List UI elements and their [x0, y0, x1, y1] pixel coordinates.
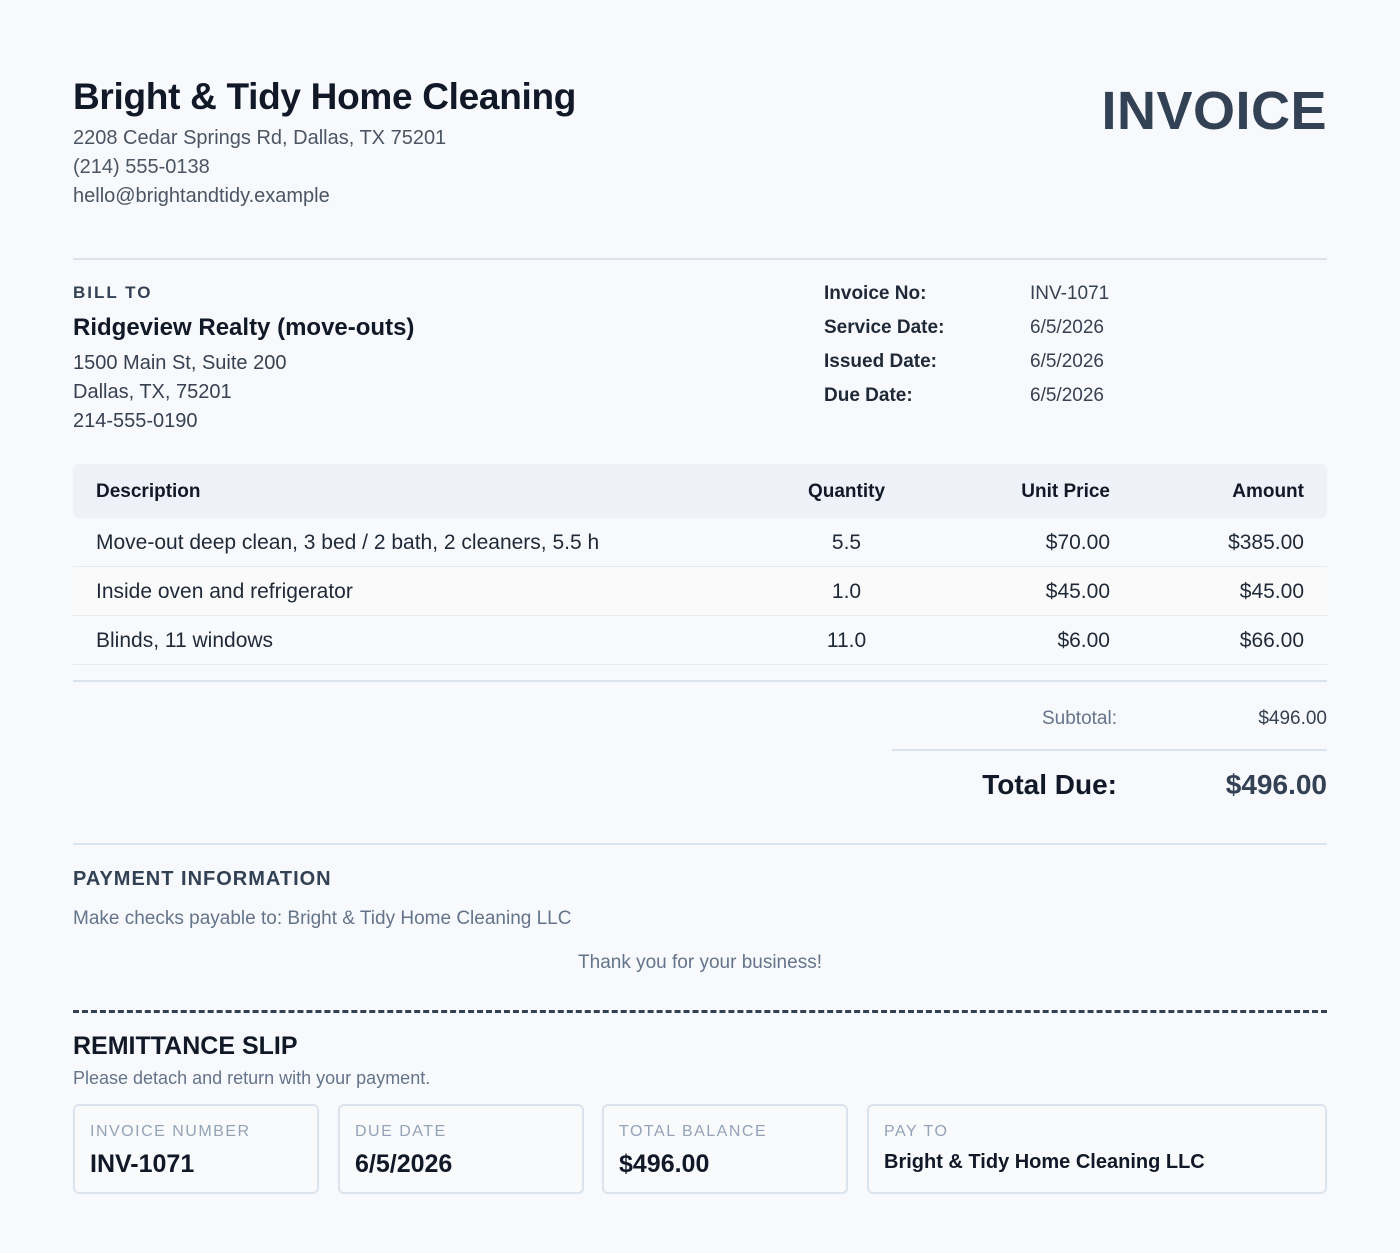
cell-quantity: 5.5 — [831, 531, 862, 554]
payment-instructions: Make checks payable to: Bright & Tidy Ho… — [73, 908, 572, 929]
meta-row-service-date: Service Date: 6/5/2026 — [824, 317, 1244, 347]
cell-quantity: 11.0 — [826, 629, 867, 652]
box-value: $496.00 — [619, 1150, 710, 1178]
header-divider — [73, 258, 1327, 260]
meta-value: 6/5/2026 — [1030, 317, 1104, 338]
cell-unit-price: $6.00 — [1057, 629, 1110, 652]
company-email: hello@brightandtidy.example — [73, 185, 330, 207]
cell-unit-price: $70.00 — [1045, 531, 1110, 554]
document-title: INVOICE — [1101, 81, 1327, 141]
bill-to-address-line1: 1500 Main St, Suite 200 — [73, 352, 287, 374]
meta-label: Issued Date: — [824, 351, 937, 372]
meta-row-due-date: Due Date: 6/5/2026 — [824, 385, 1244, 415]
cell-description: Move-out deep clean, 3 bed / 2 bath, 2 c… — [96, 531, 600, 554]
box-label: TOTAL BALANCE — [619, 1123, 768, 1140]
header-description: Description — [96, 481, 201, 502]
meta-label: Due Date: — [824, 385, 913, 406]
cell-unit-price: $45.00 — [1045, 580, 1110, 603]
cell-description: Blinds, 11 windows — [96, 629, 274, 652]
box-label: DUE DATE — [355, 1123, 447, 1140]
subtotal-label: Subtotal: — [1042, 708, 1117, 729]
meta-label: Service Date: — [824, 317, 945, 338]
header-amount: Amount — [1232, 481, 1304, 502]
cell-amount: $66.00 — [1239, 629, 1304, 652]
subtotal-value: $496.00 — [1258, 708, 1327, 729]
remittance-box-invoice-number: INVOICE NUMBER INV-1071 — [73, 1104, 319, 1194]
table-row: Blinds, 11 windows 11.0 $6.00 $66.00 — [73, 616, 1327, 665]
cell-amount: $45.00 — [1239, 580, 1304, 603]
payment-title: PAYMENT INFORMATION — [73, 868, 332, 890]
cell-description: Inside oven and refrigerator — [96, 580, 353, 603]
remittance-subtitle: Please detach and return with your payme… — [73, 1068, 431, 1088]
detach-line — [73, 1010, 1327, 1013]
company-phone: (214) 555-0138 — [73, 156, 210, 178]
table-divider — [73, 680, 1327, 682]
bill-to-label: BILL TO — [73, 283, 153, 302]
meta-row-invoice-no: Invoice No: INV-1071 — [824, 283, 1244, 313]
totals-divider — [892, 749, 1327, 751]
company-name: Bright & Tidy Home Cleaning — [73, 76, 577, 117]
header-unit-price: Unit Price — [1021, 481, 1110, 502]
table-row: Move-out deep clean, 3 bed / 2 bath, 2 c… — [73, 518, 1327, 567]
invoice-header: Bright & Tidy Home Cleaning 2208 Cedar S… — [73, 76, 1327, 216]
remittance-box-pay-to: PAY TO Bright & Tidy Home Cleaning LLC — [867, 1104, 1327, 1194]
box-value: Bright & Tidy Home Cleaning LLC — [884, 1151, 1205, 1173]
box-label: INVOICE NUMBER — [90, 1123, 251, 1140]
payment-divider — [73, 843, 1327, 845]
meta-value: 6/5/2026 — [1030, 385, 1104, 406]
meta-row-issued-date: Issued Date: 6/5/2026 — [824, 351, 1244, 381]
box-value: 6/5/2026 — [355, 1150, 453, 1178]
company-address: 2208 Cedar Springs Rd, Dallas, TX 75201 — [73, 127, 447, 149]
bill-to-phone: 214-555-0190 — [73, 410, 198, 432]
invoice-page: Bright & Tidy Home Cleaning 2208 Cedar S… — [73, 0, 1327, 1253]
total-due-label: Total Due: — [982, 769, 1117, 800]
header-quantity: Quantity — [807, 481, 886, 502]
remittance-title: REMITTANCE SLIP — [73, 1032, 298, 1060]
meta-value: 6/5/2026 — [1030, 351, 1104, 372]
bill-to-address-line2: Dallas, TX, 75201 — [73, 381, 232, 403]
box-label: PAY TO — [884, 1123, 949, 1140]
bill-to-name: Ridgeview Realty (move-outs) — [73, 314, 415, 341]
meta-value: INV-1071 — [1030, 283, 1110, 304]
cell-amount: $385.00 — [1228, 531, 1304, 554]
cell-quantity: 1.0 — [831, 580, 862, 603]
total-due-value: $496.00 — [1225, 769, 1327, 800]
table-row: Inside oven and refrigerator 1.0 $45.00 … — [73, 567, 1327, 616]
box-value: INV-1071 — [90, 1150, 195, 1178]
table-header: Description Quantity Unit Price Amount — [73, 464, 1327, 518]
remittance-box-due-date: DUE DATE 6/5/2026 — [338, 1104, 584, 1194]
thank-you-note: Thank you for your business! — [578, 952, 822, 973]
remittance-box-total-balance: TOTAL BALANCE $496.00 — [602, 1104, 848, 1194]
meta-label: Invoice No: — [824, 283, 927, 304]
